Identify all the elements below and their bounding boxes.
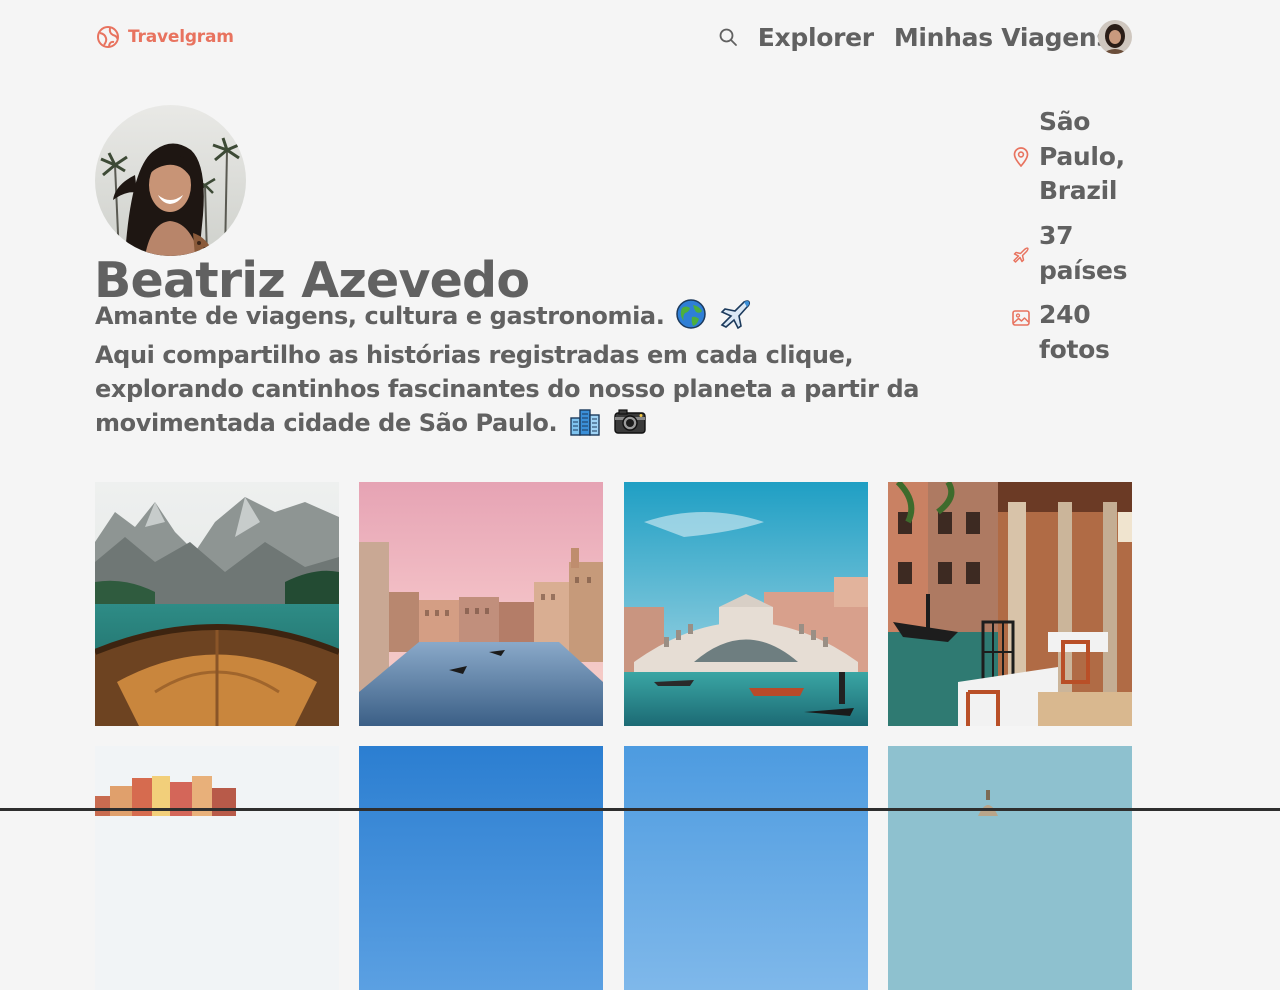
profile-photo <box>95 105 246 256</box>
location-pin-icon <box>1013 147 1029 167</box>
gallery-photo-lake-boat[interactable] <box>95 482 339 726</box>
logo[interactable]: Travelgram <box>96 25 234 49</box>
user-avatar[interactable] <box>1098 20 1132 54</box>
gallery-photo-rialto[interactable] <box>624 482 868 726</box>
camera-icon <box>613 406 647 445</box>
stat-location: São Paulo, Brazil <box>1010 105 1140 209</box>
gallery-photo-blue-sky-2[interactable] <box>624 746 868 990</box>
stat-countries-text: 37 países <box>1039 221 1128 285</box>
profile-bio: Amante de viagens, cultura e gastronomia… <box>95 299 995 445</box>
stat-location-text: São Paulo, Brazil <box>1039 107 1125 205</box>
gallery-photo-venice-canal[interactable] <box>359 482 603 726</box>
city-icon <box>569 406 601 445</box>
bio-paragraph-1: Amante de viagens, cultura e gastronomia… <box>95 299 995 338</box>
stat-photos: 240 fotos <box>1010 298 1140 367</box>
gallery-photo-canal-restaurant[interactable] <box>888 482 1132 726</box>
logo-text: Travelgram <box>128 27 234 47</box>
nav-explorer[interactable]: Explorer <box>758 23 874 52</box>
globe-icon <box>97 26 119 48</box>
airplane-icon <box>718 299 752 338</box>
globe-icon <box>676 299 707 338</box>
bio-text-1: Amante de viagens, cultura e gastronomia… <box>95 302 665 330</box>
search-icon[interactable] <box>718 27 738 47</box>
bio-text-2: Aqui compartilho as histórias registrada… <box>95 341 920 437</box>
nav-minhas-viagens[interactable]: Minhas Viagens <box>894 23 1111 52</box>
image-icon <box>1012 310 1030 326</box>
stat-countries: 37 países <box>1010 219 1140 288</box>
top-nav: Explorer Minhas Viagens <box>718 19 1133 55</box>
gallery-photo-cinque-terre[interactable] <box>95 746 339 990</box>
profile-stats: São Paulo, Brazil 37 países 240 fotos <box>1010 105 1140 377</box>
gallery-photo-blue-sky-1[interactable] <box>359 746 603 990</box>
airplane-icon <box>1013 246 1029 263</box>
bio-paragraph-2: Aqui compartilho as histórias registrada… <box>95 338 995 445</box>
stat-photos-text: 240 fotos <box>1039 300 1110 364</box>
gallery-photo-church-dome[interactable] <box>888 746 1132 990</box>
